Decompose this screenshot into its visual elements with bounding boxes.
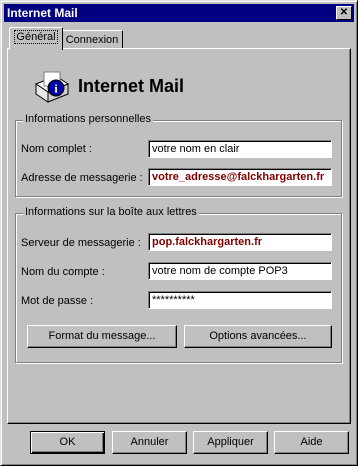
password-field[interactable]: **********	[148, 291, 332, 309]
close-button[interactable]: ✕	[336, 6, 352, 20]
message-format-button-label: Format du message...	[48, 330, 156, 342]
personal-info-legend: Informations personnelles	[23, 113, 153, 125]
mailbox-info-legend: Informations sur la boîte aux lettres	[23, 206, 199, 218]
tab-connexion[interactable]: Connexion	[61, 30, 123, 49]
advanced-options-button[interactable]: Options avancées...	[184, 325, 332, 348]
tab-connexion-label: Connexion	[65, 34, 119, 46]
tab-general-label: Général	[14, 30, 58, 44]
full-name-field[interactable]: votre nom en clair	[148, 140, 332, 158]
full-name-label: Nom complet :	[21, 143, 92, 155]
message-format-button[interactable]: Format du message...	[27, 325, 177, 348]
window-title: Internet Mail	[7, 6, 78, 20]
mail-info-icon: i	[34, 71, 70, 103]
email-label: Adresse de messagerie :	[21, 172, 143, 184]
apply-button-label: Appliquer	[207, 436, 254, 448]
help-button[interactable]: Aide	[274, 431, 349, 454]
ok-button-label: OK	[59, 436, 76, 448]
app-title: Internet Mail	[78, 76, 185, 96]
tab-general[interactable]: Général	[9, 27, 63, 50]
email-field[interactable]: votre_adresse@falckhargarten.fr	[148, 168, 332, 186]
password-label: Mot de passe :	[21, 295, 94, 307]
server-label: Serveur de messagerie :	[21, 237, 141, 249]
apply-button[interactable]: Appliquer	[193, 431, 268, 454]
title-bar[interactable]: Internet Mail ✕	[4, 4, 354, 22]
server-field[interactable]: pop.falckhargarten.fr	[148, 233, 332, 251]
ok-button[interactable]: OK	[30, 431, 105, 454]
advanced-options-button-label: Options avancées...	[209, 330, 307, 342]
close-icon: ✕	[339, 7, 349, 18]
account-label: Nom du compte :	[21, 266, 105, 278]
cancel-button-label: Annuler	[130, 436, 169, 448]
help-button-label: Aide	[300, 436, 323, 448]
account-field[interactable]: votre nom de compte POP3	[148, 262, 332, 280]
cancel-button[interactable]: Annuler	[112, 431, 187, 454]
